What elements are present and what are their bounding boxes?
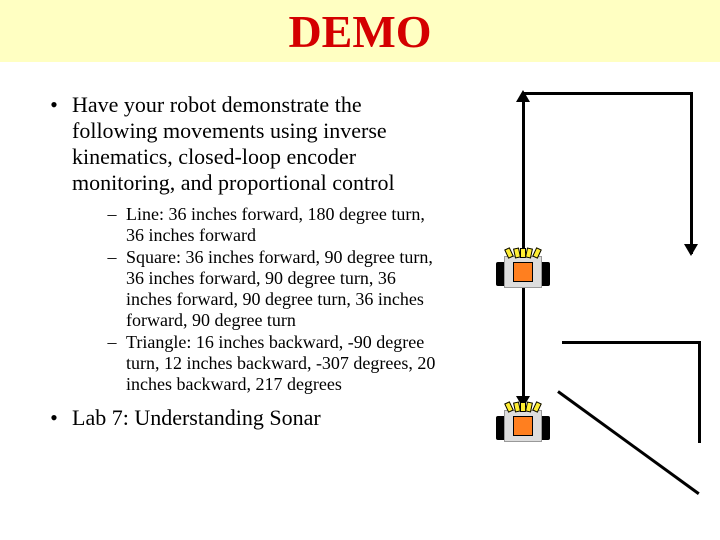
sub-item: – Triangle: 16 inches backward, -90 degr… <box>98 332 436 395</box>
triangle-side <box>698 341 701 443</box>
path-down-2 <box>522 286 525 404</box>
dash-icon: – <box>98 204 126 246</box>
bullet-icon: • <box>36 405 72 431</box>
path-across <box>522 92 692 95</box>
content-area: • Have your robot demonstrate the follow… <box>36 92 436 437</box>
sub-text: Triangle: 16 inches backward, -90 degree… <box>126 332 436 395</box>
sub-text: Line: 36 inches forward, 180 degree turn… <box>126 204 436 246</box>
diagram-area <box>432 88 712 508</box>
path-up <box>522 92 525 254</box>
bullet-item: • Have your robot demonstrate the follow… <box>36 92 436 196</box>
bullet-icon: • <box>36 92 72 196</box>
sub-text: Square: 36 inches forward, 90 degree tur… <box>126 247 436 331</box>
sub-bullets: – Line: 36 inches forward, 180 degree tu… <box>98 204 436 395</box>
robot-core <box>513 416 533 436</box>
sub-item: – Square: 36 inches forward, 90 degree t… <box>98 247 436 331</box>
bullet-text: Lab 7: Understanding Sonar <box>72 405 321 431</box>
robot-core <box>513 262 533 282</box>
sub-item: – Line: 36 inches forward, 180 degree tu… <box>98 204 436 246</box>
dash-icon: – <box>98 332 126 395</box>
path-down <box>690 92 693 254</box>
robot-icon <box>500 250 546 290</box>
arrowhead-down-icon <box>684 244 698 256</box>
slide-title: DEMO <box>288 5 431 58</box>
dash-icon: – <box>98 247 126 331</box>
triangle-side <box>562 341 700 344</box>
triangle-hypotenuse <box>557 390 700 495</box>
bullet-text: Have your robot demonstrate the followin… <box>72 92 436 196</box>
title-bar: DEMO <box>0 0 720 62</box>
bullet-item: • Lab 7: Understanding Sonar <box>36 405 436 431</box>
robot-icon <box>500 404 546 444</box>
